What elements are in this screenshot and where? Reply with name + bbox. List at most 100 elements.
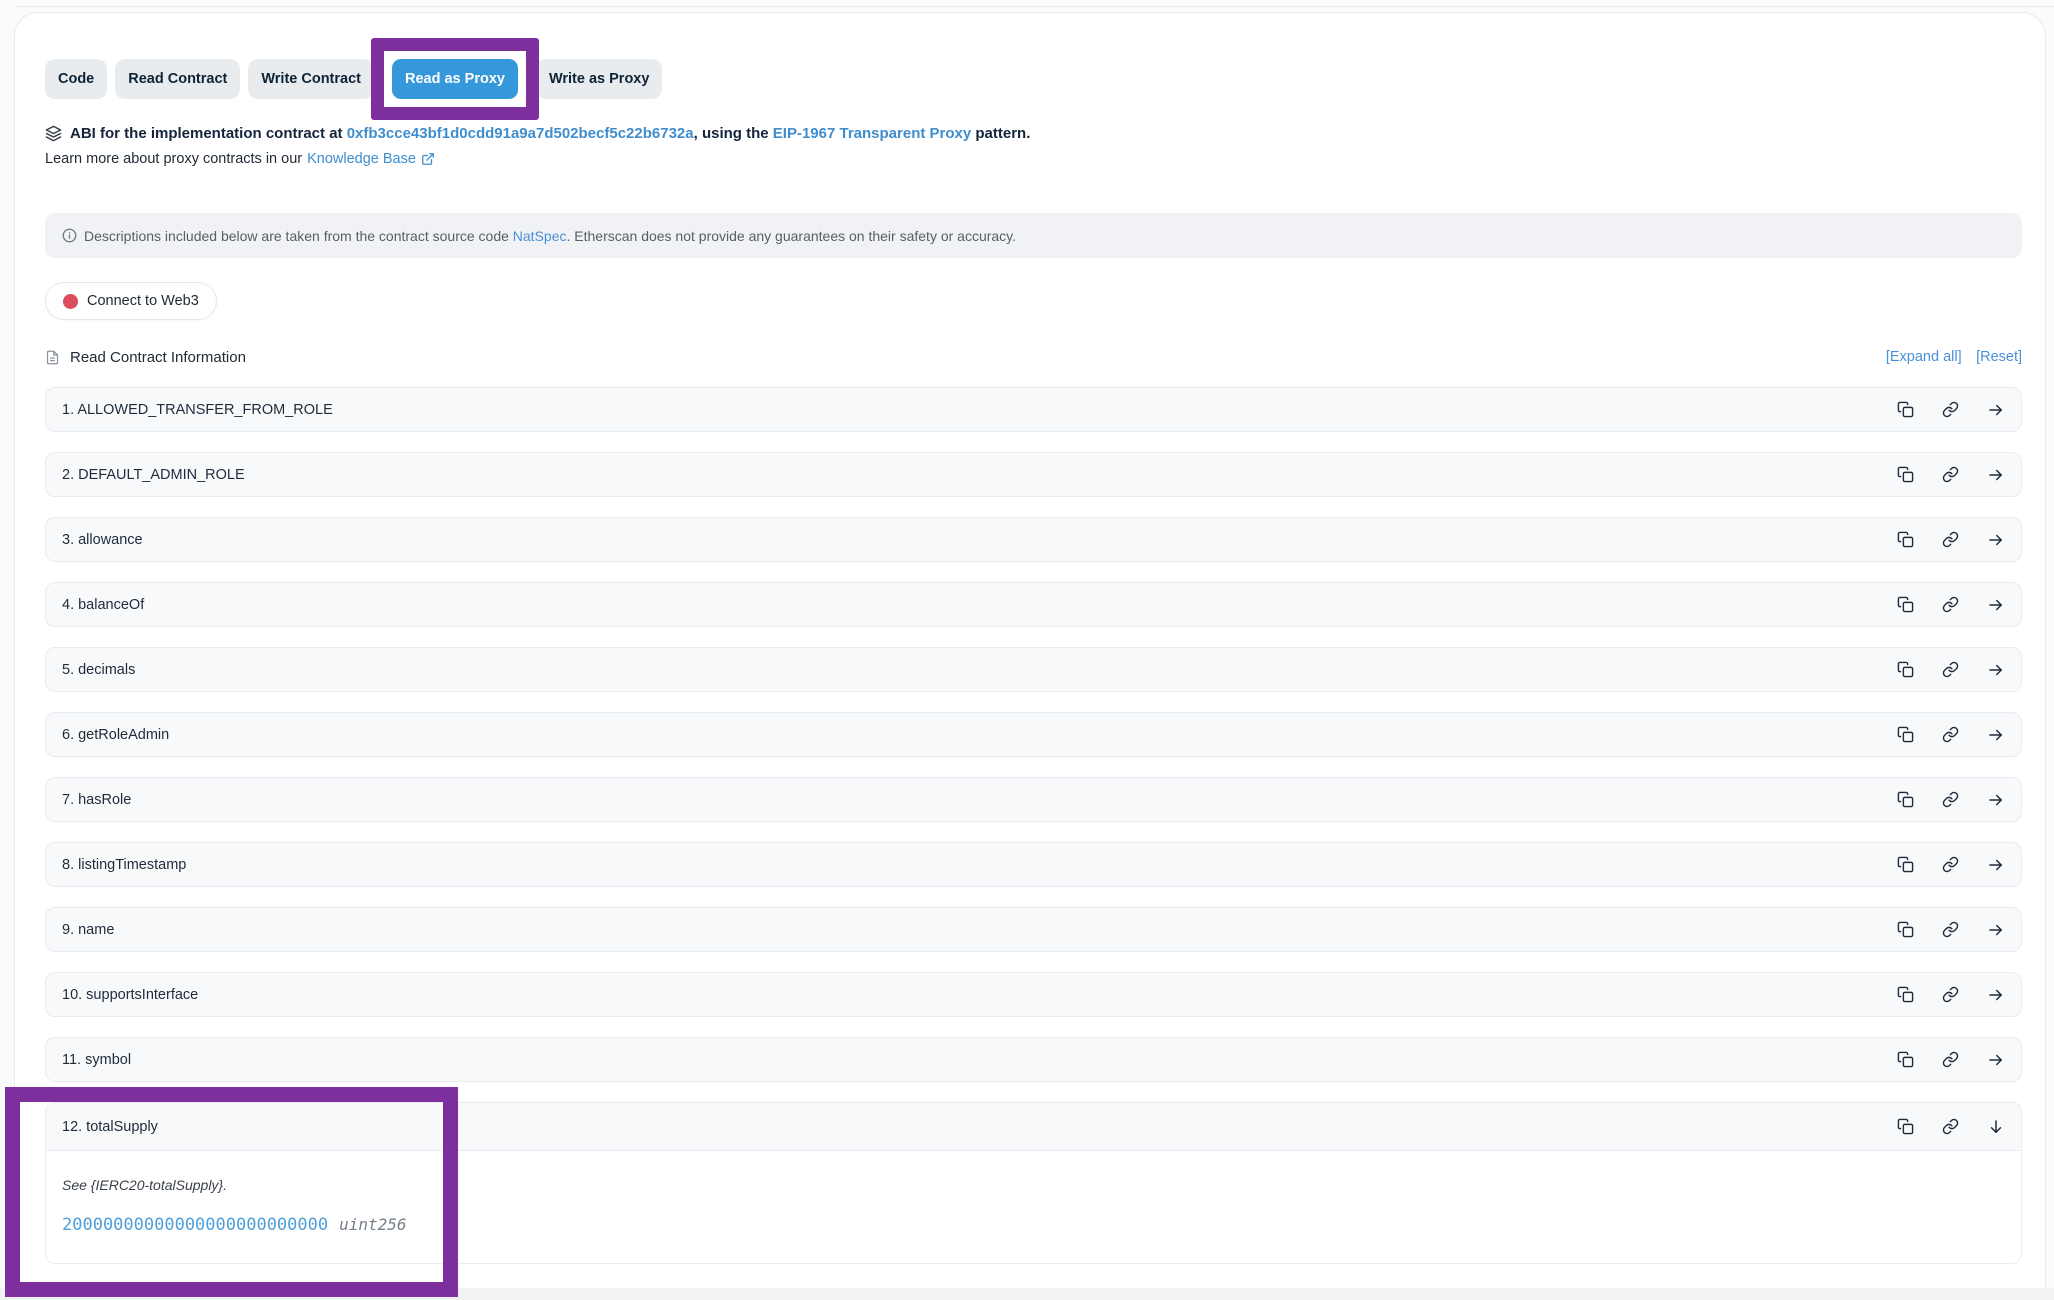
abi-note-prefix: ABI for the implementation contract at bbox=[70, 125, 347, 142]
totalsupply-result-panel: See {IERC20-totalSupply}. 20000000000000… bbox=[46, 1151, 2021, 1263]
totalsupply-description: See {IERC20-totalSupply}. bbox=[62, 1177, 2005, 1193]
learn-more-text: Learn more about proxy contracts in our bbox=[45, 151, 302, 167]
copy-icon[interactable] bbox=[1897, 1051, 1914, 1068]
link-icon[interactable] bbox=[1942, 661, 1959, 678]
abi-note: ABI for the implementation contract at 0… bbox=[45, 125, 2022, 142]
knowledge-base-link[interactable]: Knowledge Base bbox=[307, 151, 435, 167]
layers-icon bbox=[45, 125, 62, 142]
abi-note-middle: , using the bbox=[694, 125, 773, 142]
link-icon[interactable] bbox=[1942, 726, 1959, 743]
abi-note-suffix: pattern. bbox=[971, 125, 1030, 142]
expand-arrow-icon[interactable] bbox=[1987, 661, 2005, 679]
contract-panel: Code Read Contract Write Contract Read a… bbox=[14, 12, 2046, 1288]
learn-more-line: Learn more about proxy contracts in our … bbox=[45, 151, 2022, 167]
function-row-decimals[interactable]: 5. decimals bbox=[45, 647, 2022, 692]
external-link-icon bbox=[421, 152, 435, 166]
natspec-link[interactable]: NatSpec bbox=[513, 228, 567, 244]
function-row-getroleadmin[interactable]: 6. getRoleAdmin bbox=[45, 712, 2022, 757]
link-icon[interactable] bbox=[1942, 1051, 1959, 1068]
link-icon[interactable] bbox=[1942, 986, 1959, 1003]
connect-to-web3-label: Connect to Web3 bbox=[87, 293, 199, 309]
tab-code[interactable]: Code bbox=[45, 59, 107, 99]
expand-arrow-icon[interactable] bbox=[1987, 596, 2005, 614]
link-icon[interactable] bbox=[1942, 466, 1959, 483]
implementation-address-link[interactable]: 0xfb3cce43bf1d0cdd91a9a7d502becf5c22b673… bbox=[347, 125, 694, 142]
function-label: 10. supportsInterface bbox=[62, 987, 198, 1003]
reset-link[interactable]: [Reset] bbox=[1976, 349, 2022, 365]
copy-icon[interactable] bbox=[1897, 986, 1914, 1003]
link-icon[interactable] bbox=[1942, 531, 1959, 548]
function-label: 5. decimals bbox=[62, 662, 135, 678]
function-label: 11. symbol bbox=[62, 1052, 131, 1068]
function-row-default-admin-role[interactable]: 2. DEFAULT_ADMIN_ROLE bbox=[45, 452, 2022, 497]
link-icon[interactable] bbox=[1942, 401, 1959, 418]
link-icon[interactable] bbox=[1942, 791, 1959, 808]
function-row-allowed-transfer-from-role[interactable]: 1. ALLOWED_TRANSFER_FROM_ROLE bbox=[45, 387, 2022, 432]
copy-icon[interactable] bbox=[1897, 661, 1914, 678]
function-row-symbol[interactable]: 11. symbol bbox=[45, 1037, 2022, 1082]
function-row-totalsupply[interactable]: 12. totalSupply bbox=[46, 1103, 2021, 1151]
function-label: 4. balanceOf bbox=[62, 597, 144, 613]
copy-icon[interactable] bbox=[1897, 726, 1914, 743]
function-row-listingtimestamp[interactable]: 8. listingTimestamp bbox=[45, 842, 2022, 887]
link-icon[interactable] bbox=[1942, 596, 1959, 613]
totalsupply-type: uint256 bbox=[339, 1215, 406, 1234]
read-contract-section-header: Read Contract Information [Expand all] [… bbox=[45, 348, 2022, 366]
function-label: 6. getRoleAdmin bbox=[62, 727, 169, 743]
natspec-notice-banner: Descriptions included below are taken fr… bbox=[45, 213, 2022, 258]
link-icon[interactable] bbox=[1942, 1118, 1959, 1135]
copy-icon[interactable] bbox=[1897, 466, 1914, 483]
tab-write-as-proxy[interactable]: Write as Proxy bbox=[536, 59, 662, 99]
function-label: 8. listingTimestamp bbox=[62, 857, 186, 873]
expand-arrow-icon[interactable] bbox=[1987, 986, 2005, 1004]
totalsupply-value-link[interactable]: 20000000000000000000000000 bbox=[62, 1215, 328, 1235]
function-row-hasrole[interactable]: 7. hasRole bbox=[45, 777, 2022, 822]
section-title: Read Contract Information bbox=[70, 349, 246, 366]
tab-read-as-proxy[interactable]: Read as Proxy bbox=[392, 59, 518, 99]
function-label: 2. DEFAULT_ADMIN_ROLE bbox=[62, 467, 245, 483]
function-row-totalsupply-expanded: 12. totalSupply See {IERC20-totalSupply}… bbox=[45, 1102, 2022, 1264]
copy-icon[interactable] bbox=[1897, 531, 1914, 548]
page-top-divider bbox=[16, 6, 2054, 7]
copy-icon[interactable] bbox=[1897, 1118, 1914, 1135]
function-row-balanceof[interactable]: 4. balanceOf bbox=[45, 582, 2022, 627]
copy-icon[interactable] bbox=[1897, 791, 1914, 808]
connection-status-dot bbox=[63, 294, 78, 309]
read-as-proxy-highlight-box: Read as Proxy bbox=[371, 38, 539, 120]
expand-arrow-icon[interactable] bbox=[1987, 921, 2005, 939]
tab-read-contract[interactable]: Read Contract bbox=[115, 59, 240, 99]
expand-arrow-icon[interactable] bbox=[1987, 401, 2005, 419]
function-list: 1. ALLOWED_TRANSFER_FROM_ROLE 2. DEFAULT… bbox=[45, 387, 2022, 1264]
copy-icon[interactable] bbox=[1897, 921, 1914, 938]
function-label: 12. totalSupply bbox=[62, 1119, 158, 1135]
link-icon[interactable] bbox=[1942, 921, 1959, 938]
function-row-allowance[interactable]: 3. allowance bbox=[45, 517, 2022, 562]
expand-arrow-icon[interactable] bbox=[1987, 726, 2005, 744]
eip-1967-pattern-link[interactable]: EIP-1967 Transparent Proxy bbox=[773, 125, 971, 142]
tab-write-contract[interactable]: Write Contract bbox=[248, 59, 374, 99]
function-label: 7. hasRole bbox=[62, 792, 131, 808]
function-row-supportsinterface[interactable]: 10. supportsInterface bbox=[45, 972, 2022, 1017]
knowledge-base-link-label: Knowledge Base bbox=[307, 151, 416, 167]
expand-arrow-icon[interactable] bbox=[1987, 791, 2005, 809]
expand-arrow-icon[interactable] bbox=[1987, 466, 2005, 484]
link-icon[interactable] bbox=[1942, 856, 1959, 873]
expand-arrow-icon[interactable] bbox=[1987, 856, 2005, 874]
connect-to-web3-button[interactable]: Connect to Web3 bbox=[45, 282, 217, 320]
collapse-arrow-icon[interactable] bbox=[1987, 1118, 2005, 1136]
notice-prefix: Descriptions included below are taken fr… bbox=[84, 228, 513, 244]
expand-all-link[interactable]: [Expand all] bbox=[1886, 349, 1962, 365]
copy-icon[interactable] bbox=[1897, 596, 1914, 613]
function-label: 1. ALLOWED_TRANSFER_FROM_ROLE bbox=[62, 402, 333, 418]
expand-arrow-icon[interactable] bbox=[1987, 531, 2005, 549]
info-icon bbox=[62, 228, 77, 243]
notice-suffix: . Etherscan does not provide any guarant… bbox=[566, 228, 1016, 244]
function-label: 3. allowance bbox=[62, 532, 143, 548]
copy-icon[interactable] bbox=[1897, 856, 1914, 873]
function-row-name[interactable]: 9. name bbox=[45, 907, 2022, 952]
contract-tabs: Code Read Contract Write Contract Read a… bbox=[45, 59, 2022, 99]
function-label: 9. name bbox=[62, 922, 114, 938]
document-icon bbox=[45, 349, 60, 366]
copy-icon[interactable] bbox=[1897, 401, 1914, 418]
expand-arrow-icon[interactable] bbox=[1987, 1051, 2005, 1069]
